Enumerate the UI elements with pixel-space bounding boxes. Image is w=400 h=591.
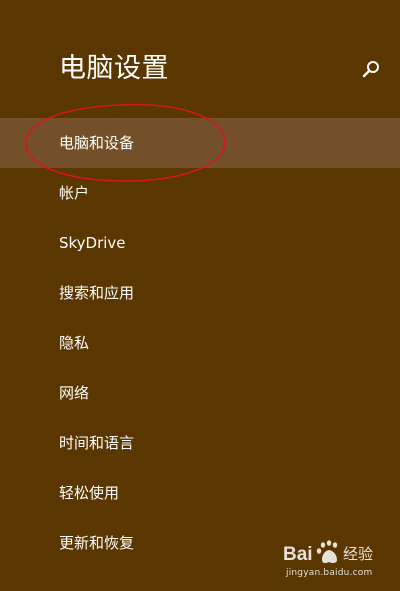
nav-item-network[interactable]: 网络 [0,368,400,418]
nav-item-label: 更新和恢复 [59,534,135,552]
nav-item-label: 时间和语言 [59,434,135,452]
nav-item-accounts[interactable]: 帐户 [0,168,400,218]
nav-item-time-and-language[interactable]: 时间和语言 [0,418,400,468]
nav-item-label: 电脑和设备 [59,134,135,152]
page-title: 电脑设置 [59,53,169,84]
svg-text:经验: 经验 [343,545,373,563]
nav-item-label: 轻松使用 [59,484,120,502]
baidu-jingyan-logo: Bai 经验 [283,540,373,565]
nav-item-label: 隐私 [59,334,90,352]
nav-item-privacy[interactable]: 隐私 [0,318,400,368]
nav-item-pc-and-devices[interactable]: 电脑和设备 [0,118,400,168]
search-icon[interactable] [358,57,384,83]
nav-item-skydrive[interactable]: SkyDrive [0,218,400,268]
nav-item-label: 网络 [59,384,90,402]
nav-item-label: 帐户 [59,184,90,202]
nav-item-label: 搜索和应用 [59,284,135,302]
nav-item-ease-of-access[interactable]: 轻松使用 [0,468,400,518]
svg-text:Bai: Bai [283,544,313,565]
settings-nav: 电脑和设备 帐户 SkyDrive 搜索和应用 隐私 网络 时间和语言 轻松使用… [0,118,400,568]
watermark-url: jingyan.baidu.com [286,568,373,578]
nav-item-search-and-apps[interactable]: 搜索和应用 [0,268,400,318]
nav-item-label: SkyDrive [59,234,126,252]
